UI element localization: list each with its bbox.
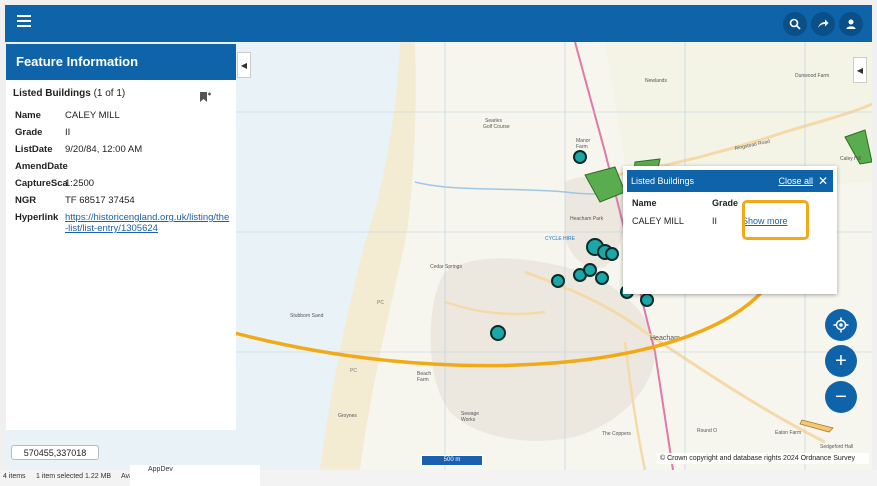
svg-text:PC: PC bbox=[350, 368, 357, 374]
attribute-row: CaptureSca 1:2500 bbox=[15, 178, 230, 189]
attribute-value: 1:2500 bbox=[65, 178, 95, 189]
close-all-link[interactable]: Close all bbox=[778, 170, 813, 192]
search-button[interactable] bbox=[783, 12, 807, 36]
show-more-highlight bbox=[742, 200, 809, 240]
svg-text:Eaton Farm: Eaton Farm bbox=[775, 430, 801, 436]
attribute-row: AmendDate bbox=[15, 161, 230, 172]
attribute-key: Grade bbox=[15, 127, 43, 138]
locate-button[interactable] bbox=[825, 309, 857, 341]
svg-text:PC: PC bbox=[377, 300, 384, 306]
svg-text:Caley Hill: Caley Hill bbox=[840, 156, 861, 162]
popup-title: Listed Buildings bbox=[631, 176, 695, 186]
share-button[interactable] bbox=[811, 12, 835, 36]
svg-text:Heacham Park: Heacham Park bbox=[570, 216, 604, 222]
svg-text:Farm: Farm bbox=[417, 377, 429, 383]
svg-text:Works: Works bbox=[461, 417, 476, 423]
search-icon bbox=[789, 18, 801, 30]
attribute-value: https://historicengland.org.uk/listing/t… bbox=[65, 212, 230, 234]
zoom-out-button[interactable]: − bbox=[825, 381, 857, 413]
attribute-key: AmendDate bbox=[15, 161, 68, 172]
attribute-row: NGR TF 68517 37454 bbox=[15, 195, 230, 206]
layer-heading: Listed Buildings (1 of 1) bbox=[13, 88, 125, 99]
layer-name: Listed Buildings bbox=[13, 88, 91, 99]
svg-text:Round O: Round O bbox=[697, 428, 717, 434]
coordinate-readout: 570455,337018 bbox=[11, 445, 99, 460]
explorer-pane: AppDev bbox=[130, 465, 260, 486]
attribute-value: TF 68517 37454 bbox=[65, 195, 135, 206]
attribute-row: Grade II bbox=[15, 127, 230, 138]
panel-title: Feature Information bbox=[6, 44, 236, 80]
user-button[interactable] bbox=[839, 12, 863, 36]
attribute-value bbox=[65, 161, 230, 172]
attribute-row: Hyperlink https://historicengland.org.uk… bbox=[15, 212, 230, 234]
close-icon[interactable]: ✕ bbox=[818, 170, 828, 192]
attribute-value: 9/20/84, 12:00 AM bbox=[65, 144, 143, 155]
svg-text:CYCLE HIRE: CYCLE HIRE bbox=[545, 236, 576, 242]
user-icon bbox=[846, 19, 856, 29]
attribute-key: Hyperlink bbox=[15, 212, 59, 223]
status-selected: 1 item selected 1.22 MB bbox=[36, 473, 112, 480]
attribute-key: ListDate bbox=[15, 144, 53, 155]
row-name: CALEY MILL bbox=[632, 216, 684, 226]
popup-header: Listed Buildings Close all ✕ bbox=[627, 170, 833, 192]
attribute-key: NGR bbox=[15, 195, 37, 206]
locate-icon bbox=[833, 317, 849, 333]
attribute-table: Name CALEY MILL Grade II ListDate 9/20/8… bbox=[15, 110, 230, 240]
top-app-bar bbox=[5, 5, 872, 42]
explorer-item[interactable]: AppDev bbox=[148, 466, 173, 473]
status-items: 4 items bbox=[3, 473, 26, 480]
scale-bar: 500 m bbox=[421, 455, 483, 466]
column-header-name: Name bbox=[632, 198, 657, 208]
svg-text:Stubborn Sand: Stubborn Sand bbox=[290, 313, 324, 319]
hamburger-icon[interactable] bbox=[17, 15, 31, 27]
hyperlink[interactable]: https://historicengland.org.uk/listing/t… bbox=[65, 212, 229, 234]
svg-text:The Coppers: The Coppers bbox=[602, 431, 631, 437]
zoom-in-button[interactable]: + bbox=[825, 345, 857, 377]
share-icon bbox=[818, 19, 829, 28]
attribute-key: CaptureSca bbox=[15, 178, 68, 189]
attribute-value: CALEY MILL bbox=[65, 110, 120, 121]
right-panel-toggle[interactable]: ◀ bbox=[853, 57, 867, 83]
svg-text:Sedgeford Hall: Sedgeford Hall bbox=[820, 444, 853, 450]
attribute-key: Name bbox=[15, 110, 41, 121]
svg-text:Dunwood Farm: Dunwood Farm bbox=[795, 73, 829, 79]
add-bookmark-icon[interactable] bbox=[199, 91, 211, 103]
attribute-value: II bbox=[65, 127, 71, 138]
svg-text:Groynes: Groynes bbox=[338, 413, 357, 419]
attribute-row: ListDate 9/20/84, 12:00 AM bbox=[15, 144, 230, 155]
layer-count: (1 of 1) bbox=[93, 88, 126, 99]
row-grade: II bbox=[712, 216, 718, 226]
svg-text:Cedar Springs: Cedar Springs bbox=[430, 264, 462, 270]
svg-text:Newlands: Newlands bbox=[645, 78, 667, 84]
panel-collapse-toggle[interactable]: ◀ bbox=[237, 52, 251, 78]
svg-text:Golf Course: Golf Course bbox=[483, 124, 510, 130]
attribute-row: Name CALEY MILL bbox=[15, 110, 230, 121]
svg-text:Farm: Farm bbox=[576, 144, 588, 150]
copyright-notice: © Crown copyright and database rights 20… bbox=[657, 453, 869, 464]
